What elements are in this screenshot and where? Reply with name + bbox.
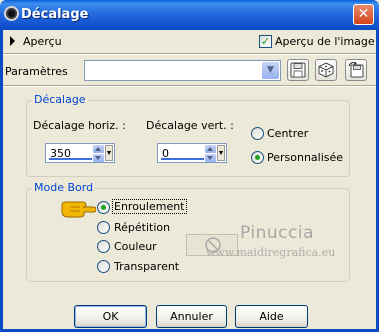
- focus-underline: [161, 158, 204, 160]
- center-radio[interactable]: [251, 127, 264, 140]
- color-radio[interactable]: [97, 240, 110, 253]
- presets-dropdown[interactable]: ▼: [84, 60, 281, 81]
- transparent-radio-label: Transparent: [114, 260, 180, 273]
- random-dice-icon: [318, 62, 334, 78]
- presets-label: Paramètres: [5, 65, 68, 78]
- divider: [3, 86, 376, 87]
- wrap-radio[interactable]: [97, 201, 110, 214]
- psp-icon: [4, 6, 19, 21]
- custom-radio[interactable]: [251, 151, 264, 164]
- increment-arrow-icon[interactable]: [93, 145, 104, 153]
- reset-preset-button[interactable]: [345, 59, 367, 81]
- close-button[interactable]: ✕: [353, 4, 374, 25]
- cancel-button[interactable]: Annuler: [156, 305, 227, 328]
- wrap-radio-text: Enroulement: [112, 199, 187, 214]
- horizontal-offset-stepper[interactable]: 350: [45, 143, 115, 163]
- vertical-offset-label: Décalage vert. :: [146, 119, 234, 132]
- expand-arrow-icon: [10, 36, 15, 46]
- center-radio-label: Centrer: [267, 127, 309, 140]
- ok-button[interactable]: OK: [74, 305, 147, 328]
- vertical-offset-stepper[interactable]: 0: [157, 143, 227, 163]
- focus-underline: [49, 158, 92, 160]
- pointing-hand-icon: [61, 201, 96, 218]
- save-preset-icon: [290, 62, 306, 78]
- watermark-name: Pinuccia: [240, 223, 314, 243]
- window-title: Décalage: [21, 7, 89, 22]
- value-menu-icon[interactable]: [105, 145, 113, 161]
- custom-radio-label: Personnalisée: [267, 151, 344, 164]
- divider: [3, 54, 376, 55]
- color-radio-label: Couleur: [114, 240, 157, 253]
- decrement-arrow-icon[interactable]: [93, 154, 104, 162]
- horizontal-offset-label: Décalage horiz. :: [33, 119, 126, 132]
- preview-expander-label: Aperçu: [23, 35, 62, 48]
- random-button[interactable]: [315, 59, 337, 81]
- repeat-radio-label: Répétition: [114, 221, 171, 234]
- decrement-arrow-icon[interactable]: [205, 154, 216, 162]
- edge-mode-group-label: Mode Bord: [32, 181, 96, 194]
- image-preview-label: Aperçu de l'image: [275, 35, 375, 48]
- value-menu-icon[interactable]: [217, 145, 225, 161]
- image-preview-checkbox[interactable]: ✓: [259, 35, 272, 48]
- wrap-radio-label: Enroulement: [112, 199, 187, 214]
- watermark-site: www.maidiregrafica.eu: [206, 246, 336, 259]
- transparent-radio[interactable]: [97, 260, 110, 273]
- chevron-down-icon[interactable]: ▼: [262, 62, 279, 79]
- repeat-radio[interactable]: [97, 221, 110, 234]
- save-preset-button[interactable]: [287, 59, 309, 81]
- increment-arrow-icon[interactable]: [205, 145, 216, 153]
- title-bar: Décalage ✕: [0, 0, 379, 30]
- reset-preset-icon: [348, 62, 364, 78]
- offset-group-label: Décalage: [32, 93, 88, 106]
- help-button[interactable]: Aide: [235, 305, 308, 328]
